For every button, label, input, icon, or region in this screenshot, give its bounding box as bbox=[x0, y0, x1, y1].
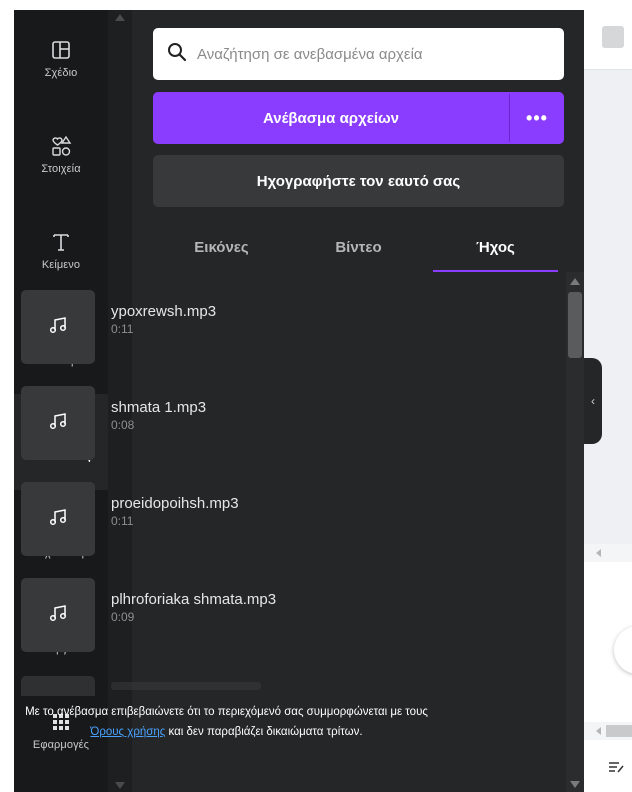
scroll-up-arrow-icon[interactable] bbox=[570, 278, 580, 285]
music-note-icon bbox=[48, 315, 68, 340]
rail-item-label: Σχέδιο bbox=[44, 67, 78, 79]
file-duration: 0:11 bbox=[111, 322, 134, 336]
notice-text-before: Με το ανέβασμα επιβεβαιώνετε ότι το περι… bbox=[25, 706, 428, 718]
faded-file-name bbox=[111, 682, 261, 690]
list-item[interactable]: shmata 1.mp3 0:08 bbox=[21, 386, 421, 460]
layout-icon bbox=[48, 37, 74, 63]
file-name: shmata 1.mp3 bbox=[111, 399, 207, 416]
color-swatch-button[interactable] bbox=[602, 26, 624, 48]
rail-item-label: Κείμενο bbox=[41, 259, 81, 271]
partially-hidden-list-item[interactable] bbox=[21, 676, 95, 696]
list-item[interactable]: ypoxrewsh.mp3 0:11 bbox=[21, 290, 421, 364]
terms-of-use-link[interactable]: Όρους χρήσης bbox=[90, 726, 165, 738]
elements-icon bbox=[48, 133, 74, 159]
rail-item-elements[interactable]: Στοιχεία bbox=[14, 106, 108, 202]
editor-footer bbox=[584, 740, 632, 792]
scroll-down-arrow-icon[interactable] bbox=[115, 782, 125, 789]
media-type-tabs: Εικόνες Βίντεο Ήχος bbox=[153, 222, 564, 272]
search-box[interactable] bbox=[153, 28, 564, 80]
search-input[interactable] bbox=[197, 45, 537, 63]
list-item[interactable]: proeidopoihsh.mp3 0:11 bbox=[21, 482, 421, 556]
music-note-icon bbox=[48, 507, 68, 532]
file-duration: 0:09 bbox=[111, 610, 135, 624]
music-note-icon bbox=[48, 411, 68, 436]
more-options-button[interactable]: ••• bbox=[510, 92, 564, 144]
rail-item-design[interactable]: Σχέδιο bbox=[14, 10, 108, 106]
tab-videos[interactable]: Βίντεο bbox=[290, 222, 427, 272]
list-item[interactable]: plhroforiaka shmata.mp3 0:09 bbox=[21, 578, 421, 652]
file-name: ypoxrewsh.mp3 bbox=[111, 303, 217, 320]
scroll-down-arrow-icon[interactable] bbox=[570, 781, 580, 788]
record-yourself-button[interactable]: Ηχογραφήστε τον εαυτό σας bbox=[153, 155, 564, 207]
upload-button-group: Ανέβασμα αρχείων ••• bbox=[153, 92, 564, 144]
collapse-panel-button[interactable]: ‹ bbox=[584, 358, 602, 444]
tab-images[interactable]: Εικόνες bbox=[153, 222, 290, 272]
horizontal-scrollbar[interactable] bbox=[584, 722, 632, 740]
text-icon bbox=[48, 229, 74, 255]
tab-audio[interactable]: Ήχος bbox=[427, 222, 564, 272]
audio-thumbnail bbox=[21, 386, 95, 460]
audio-thumbnail bbox=[21, 290, 95, 364]
file-duration: 0:08 bbox=[111, 418, 135, 432]
music-note-icon bbox=[48, 603, 68, 628]
search-icon bbox=[167, 42, 187, 67]
audio-thumbnail bbox=[21, 482, 95, 556]
notes-icon[interactable] bbox=[608, 760, 624, 779]
file-name: proeidopoihsh.mp3 bbox=[111, 495, 239, 512]
file-name: plhroforiaka shmata.mp3 bbox=[111, 591, 277, 608]
rail-item-label: Στοιχεία bbox=[41, 163, 81, 175]
chevron-left-icon: ‹ bbox=[591, 394, 595, 408]
notice-text-after: και δεν παραβιάζει δικαιώματα τρίτων. bbox=[165, 726, 363, 738]
scrollbar-thumb[interactable] bbox=[606, 725, 632, 737]
panel-scrollbar[interactable] bbox=[566, 272, 584, 792]
horizontal-scrollbar[interactable] bbox=[584, 544, 632, 562]
scroll-up-arrow-icon[interactable] bbox=[115, 14, 125, 21]
upload-files-button[interactable]: Ανέβασμα αρχείων bbox=[153, 92, 509, 144]
scroll-left-arrow-icon[interactable] bbox=[596, 727, 601, 735]
terms-notice: Με το ανέβασμα επιβεβαιώνετε ότι το περι… bbox=[21, 702, 432, 742]
file-duration: 0:11 bbox=[111, 514, 134, 528]
rail-item-text[interactable]: Κείμενο bbox=[14, 202, 108, 298]
editor-toolbar bbox=[584, 0, 632, 70]
scroll-left-arrow-icon[interactable] bbox=[596, 549, 601, 557]
scrollbar-thumb[interactable] bbox=[568, 292, 582, 358]
audio-thumbnail bbox=[21, 578, 95, 652]
